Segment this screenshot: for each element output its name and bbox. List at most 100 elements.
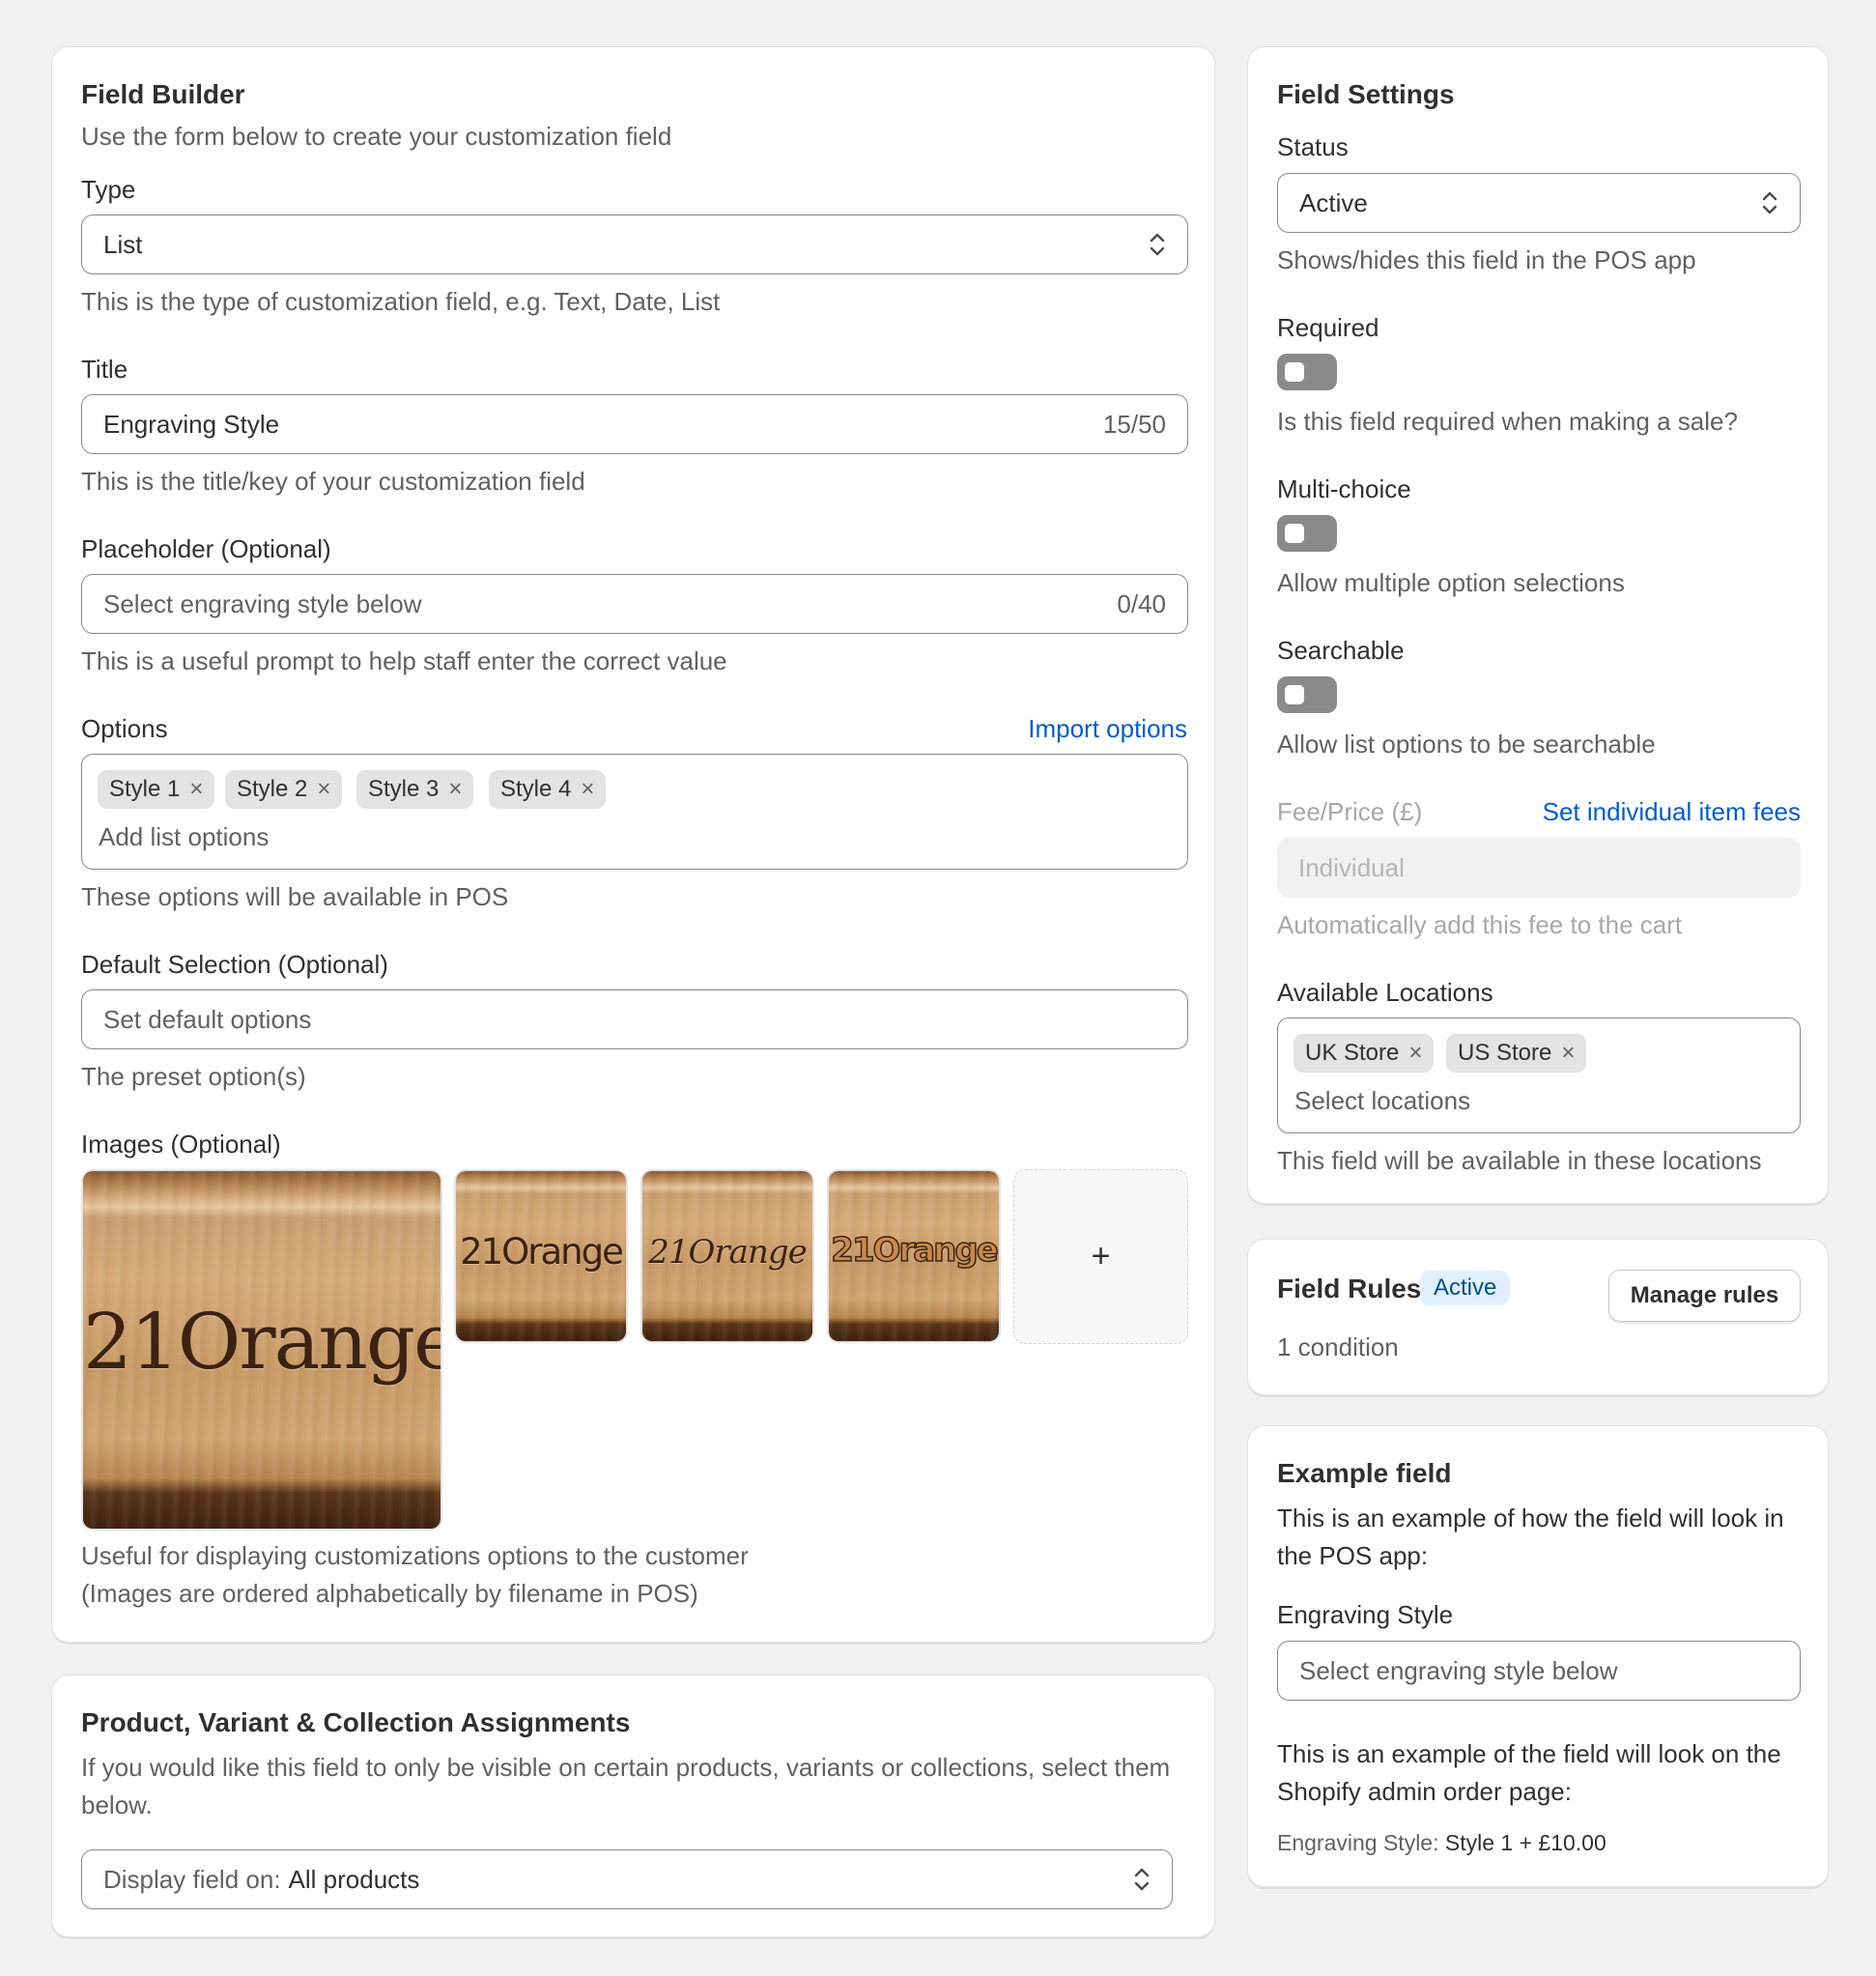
example-admin-intro: This is an example of the field will loo…	[1277, 1739, 1781, 1806]
images-help-line2: (Images are ordered alphabetically by fi…	[81, 1579, 698, 1608]
option-tag: Style 2 ×	[225, 770, 343, 809]
placeholder-help: This is a useful prompt to help staff en…	[81, 646, 727, 675]
required-label: Required	[1277, 313, 1379, 342]
import-options-link[interactable]: Import options	[1028, 714, 1187, 744]
field-rules-conditions: 1 condition	[1277, 1332, 1399, 1361]
title-help: This is the title/key of your customizat…	[81, 467, 585, 496]
chevron-up-down-icon	[1761, 188, 1778, 217]
set-item-fees-link[interactable]: Set individual item fees	[1543, 797, 1801, 827]
type-label: Type	[81, 175, 136, 204]
type-help: This is the type of customization field,…	[81, 287, 721, 316]
status-value: Active	[1299, 187, 1368, 217]
example-admin-line: Engraving Style: Style 1 + £10.00	[1277, 1830, 1606, 1856]
option-tag-label: Style 4	[500, 776, 572, 802]
default-selection-input[interactable]: Set default options	[81, 989, 1188, 1049]
status-label: Status	[1277, 132, 1349, 161]
close-icon[interactable]: ×	[1408, 1042, 1422, 1065]
placeholder-counter: 0/40	[1117, 588, 1166, 618]
multi-choice-help: Allow multiple option selections	[1277, 568, 1625, 597]
placeholder-value: Select engraving style below	[103, 588, 422, 618]
example-field-card: Example field This is an example of how …	[1247, 1425, 1829, 1887]
locations-input[interactable]: UK Store × US Store × Select locations	[1277, 1017, 1801, 1133]
chevron-up-down-icon	[1149, 230, 1166, 259]
option-tag-label: Style 2	[237, 776, 308, 802]
locations-label: Available Locations	[1277, 978, 1493, 1007]
plus-icon: +	[1091, 1238, 1111, 1274]
image-thumbnail-large[interactable]: 21Orange	[81, 1169, 442, 1531]
display-field-prefix: Display field on:	[103, 1864, 281, 1894]
close-icon[interactable]: ×	[448, 778, 462, 801]
image-thumbnail[interactable]: 21Orange	[640, 1169, 814, 1343]
assignments-title: Product, Variant & Collection Assignment…	[81, 1707, 631, 1737]
searchable-toggle[interactable]	[1277, 676, 1337, 713]
locations-placeholder: Select locations	[1294, 1086, 1471, 1115]
field-rules-status-badge: Active	[1420, 1271, 1511, 1305]
image-thumbnail[interactable]: 21Orange	[454, 1169, 628, 1343]
fee-input: Individual	[1277, 838, 1801, 898]
option-tag-label: Style 1	[109, 776, 181, 802]
multi-choice-toggle[interactable]	[1277, 515, 1337, 552]
option-tag-label: Style 3	[368, 776, 440, 802]
assignments-description: If you would like this field to only be …	[81, 1753, 1171, 1819]
display-field-select[interactable]: Display field on: All products	[81, 1849, 1173, 1909]
add-image-button[interactable]: +	[1013, 1169, 1188, 1344]
title-input[interactable]: Engraving Style 15/50	[81, 394, 1188, 454]
example-title: Example field	[1277, 1458, 1452, 1488]
locations-help: This field will be available in these lo…	[1277, 1146, 1762, 1175]
close-icon[interactable]: ×	[189, 778, 203, 801]
location-tag-label: US Store	[1458, 1040, 1552, 1066]
close-icon[interactable]: ×	[1561, 1042, 1575, 1065]
fee-value: Individual	[1298, 852, 1405, 882]
title-counter: 15/50	[1102, 409, 1166, 439]
image-engraving-text: 21Orange	[460, 1231, 624, 1273]
options-input[interactable]: Style 1 × Style 2 × Style 3 × Style 4 × Add …	[81, 754, 1188, 870]
options-placeholder: Add list options	[99, 822, 270, 851]
required-toggle[interactable]	[1277, 354, 1337, 390]
example-field-input[interactable]: Select engraving style below	[1277, 1641, 1801, 1701]
searchable-help: Allow list options to be searchable	[1277, 730, 1656, 759]
assignments-card: Product, Variant & Collection Assignment…	[51, 1675, 1215, 1937]
close-icon[interactable]: ×	[581, 778, 594, 801]
chevron-up-down-icon	[1133, 1865, 1151, 1894]
close-icon[interactable]: ×	[317, 778, 330, 801]
placeholder-label: Placeholder (Optional)	[81, 534, 331, 563]
example-admin-key: Engraving Style:	[1277, 1830, 1439, 1855]
location-tag-label: UK Store	[1305, 1040, 1400, 1066]
display-field-value: All products	[288, 1864, 420, 1894]
status-help: Shows/hides this field in the POS app	[1277, 245, 1696, 274]
type-select[interactable]: List	[81, 215, 1188, 274]
type-value: List	[103, 229, 143, 259]
image-engraving-text: 21Orange	[83, 1297, 442, 1387]
default-selection-help: The preset option(s)	[81, 1062, 306, 1091]
field-rules-card: Field Rules Active Manage rules 1 condit…	[1247, 1239, 1829, 1395]
location-tag: UK Store ×	[1293, 1034, 1435, 1073]
example-admin-value: Style 1 + £10.00	[1444, 1830, 1606, 1855]
field-builder-subtitle: Use the form below to create your custom…	[81, 122, 672, 151]
example-field-placeholder: Select engraving style below	[1299, 1655, 1618, 1685]
option-tag: Style 3 ×	[356, 770, 474, 809]
image-thumbnail[interactable]: 21Orange	[827, 1169, 1001, 1343]
location-tag: US Store ×	[1446, 1034, 1587, 1073]
image-engraving-text: 21Orange	[648, 1233, 807, 1272]
options-label: Options	[81, 714, 168, 743]
field-settings-title: Field Settings	[1277, 79, 1455, 109]
example-field-label: Engraving Style	[1277, 1600, 1454, 1629]
multi-choice-label: Multi-choice	[1277, 474, 1411, 503]
fee-help: Automatically add this fee to the cart	[1277, 910, 1683, 939]
field-settings-card: Field Settings Status Active Shows/hides…	[1247, 46, 1829, 1204]
fee-label: Fee/Price (£)	[1277, 797, 1423, 826]
manage-rules-button[interactable]: Manage rules	[1608, 1270, 1801, 1322]
required-help: Is this field required when making a sal…	[1277, 407, 1738, 436]
default-selection-label: Default Selection (Optional)	[81, 950, 388, 979]
field-builder-title: Field Builder	[81, 79, 245, 109]
default-selection-placeholder: Set default options	[103, 1004, 312, 1034]
images-label: Images (Optional)	[81, 1130, 281, 1159]
searchable-label: Searchable	[1277, 636, 1405, 665]
status-select[interactable]: Active	[1277, 173, 1801, 233]
image-engraving-text: 21Orange	[830, 1230, 999, 1271]
option-tag: Style 4 ×	[489, 770, 607, 809]
placeholder-input[interactable]: Select engraving style below 0/40	[81, 574, 1188, 634]
options-help: These options will be available in POS	[81, 882, 509, 911]
images-help-line1: Useful for displaying customizations opt…	[81, 1541, 749, 1570]
title-value: Engraving Style	[103, 409, 280, 439]
